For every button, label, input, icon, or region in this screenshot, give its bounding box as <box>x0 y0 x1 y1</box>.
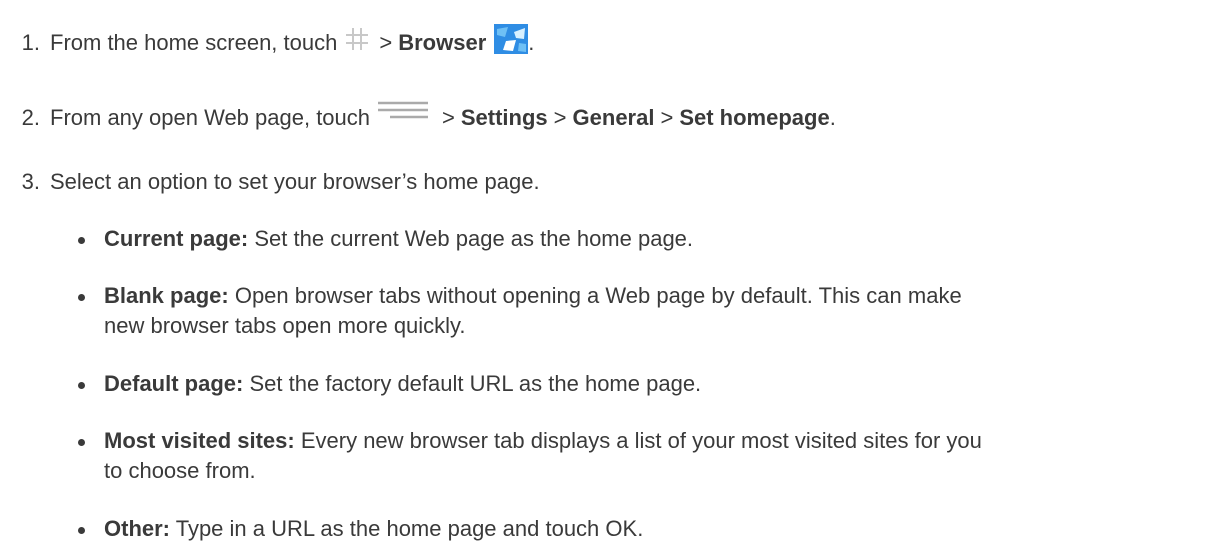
step-end: . <box>829 105 836 130</box>
separator: > <box>553 105 567 130</box>
list-item-most-visited-sites: Most visited sites: Every new browser ta… <box>78 426 1218 486</box>
step-text: Select an option to set your browser’s h… <box>50 169 540 194</box>
option-description: Type in a URL as the home page and touch… <box>175 516 644 541</box>
step-number: 3. <box>21 169 40 194</box>
bullet <box>78 439 85 446</box>
step-2: 2. From any open Web page, touch > Setti… <box>0 101 836 133</box>
step-text: From any open Web page, touch <box>50 105 371 130</box>
step-3: 3. Select an option to set your browser’… <box>0 167 540 197</box>
option-description: Every new browser tab displays a list of… <box>300 428 982 453</box>
bullet <box>78 382 85 389</box>
separator: > <box>379 30 393 55</box>
step-end: . <box>528 30 535 55</box>
option-description-continued: to choose from. <box>104 458 256 483</box>
option-description-continued: new browser tabs open more quickly. <box>104 313 466 338</box>
browser-label: Browser <box>398 30 487 55</box>
step-number: 2. <box>21 105 40 130</box>
separator: > <box>660 105 674 130</box>
step-number: 1. <box>21 30 40 55</box>
bullet <box>78 527 85 534</box>
option-description: Set the factory default URL as the home … <box>249 371 702 396</box>
menu-icon <box>378 97 429 127</box>
step-text: From the home screen, touch <box>50 30 338 55</box>
option-label: Blank page: <box>104 283 229 308</box>
list-item-other: Other: Type in a URL as the home page an… <box>78 514 1218 544</box>
option-description: Open browser tabs without opening a Web … <box>234 283 962 308</box>
option-label: Other: <box>104 516 170 541</box>
browser-icon <box>494 24 529 62</box>
bullet <box>78 237 85 244</box>
step-1: 1. From the home screen, touch > Browser… <box>0 24 534 62</box>
settings-label: Settings <box>460 105 548 130</box>
list-item-current-page: Current page: Set the current Web page a… <box>78 224 1218 254</box>
option-description: Set the current Web page as the home pag… <box>254 226 694 251</box>
bullet <box>78 294 85 301</box>
option-label: Most visited sites: <box>104 428 295 453</box>
set-homepage-label: Set homepage <box>679 105 830 130</box>
apps-grid-icon <box>345 27 369 59</box>
list-item-blank-page: Blank page: Open browser tabs without op… <box>78 281 1218 341</box>
option-label: Current page: <box>104 226 249 251</box>
list-item-default-page: Default page: Set the factory default UR… <box>78 369 1218 399</box>
option-label: Default page: <box>104 371 244 396</box>
separator: > <box>442 105 455 130</box>
general-label: General <box>572 105 655 130</box>
